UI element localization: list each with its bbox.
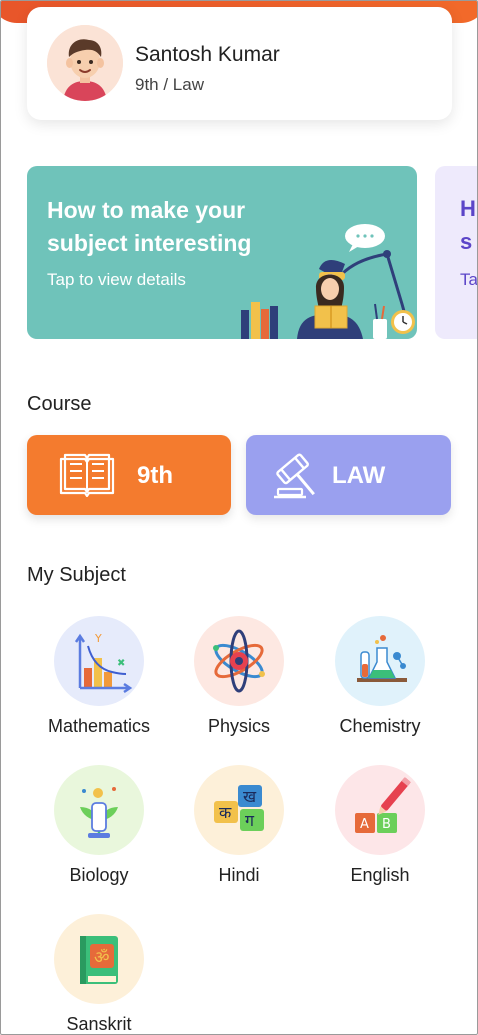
course-9th-button[interactable]: 9th: [27, 435, 231, 515]
subject-biology[interactable]: Biology: [29, 765, 169, 886]
subject-section-title: My Subject: [27, 564, 126, 586]
subject-hindi[interactable]: ख क ग Hindi: [169, 765, 309, 886]
subject-mathematics-circle: Y ✖: [54, 616, 144, 706]
subject-physics-circle: [194, 616, 284, 706]
subject-english[interactable]: A B English: [310, 765, 450, 886]
subject-sanskrit-label: Sanskrit: [66, 1014, 132, 1034]
next-banner-peek[interactable]: H s Ta: [435, 166, 478, 339]
plant-microscope-icon: [80, 787, 118, 838]
course-section-title: Course: [27, 393, 92, 415]
atom-icon: [213, 629, 265, 693]
subject-hindi-circle: ख क ग: [194, 765, 284, 855]
peek-text-2: s: [460, 229, 473, 254]
svg-text:B: B: [382, 817, 391, 832]
hindi-letters-icon: ख क ग: [214, 785, 264, 831]
reading-girl-illustration: [241, 224, 415, 339]
boy-avatar-icon: [47, 25, 123, 101]
gavel-icon: [274, 453, 315, 499]
subject-hindi-label: Hindi: [218, 865, 260, 885]
course-law-label: LAW: [332, 462, 386, 489]
svg-text:ख: ख: [243, 787, 257, 806]
svg-text:ग: ग: [245, 811, 255, 830]
app-screen: Santosh Kumar 9th / Law How to make your…: [0, 0, 478, 1035]
svg-text:Y: Y: [94, 632, 102, 645]
avatar: [47, 25, 123, 101]
profile-card[interactable]: Santosh Kumar 9th / Law: [27, 7, 452, 120]
subject-biology-label: Biology: [69, 865, 129, 885]
svg-text:A: A: [360, 817, 369, 832]
peek-text-1: H: [460, 196, 476, 221]
course-law-button[interactable]: LAW: [246, 435, 451, 515]
banner-cta[interactable]: Tap to view details: [47, 270, 186, 290]
svg-text:✖: ✖: [117, 658, 125, 669]
lab-flask-icon: [357, 635, 407, 682]
subject-physics-label: Physics: [207, 716, 270, 736]
subject-sanskrit[interactable]: ॐ Sanskrit: [29, 914, 169, 1034]
user-class-stream: 9th / Law: [135, 75, 204, 94]
svg-text:क: क: [219, 803, 232, 822]
user-name: Santosh Kumar: [135, 43, 280, 66]
om-book-icon: ॐ: [80, 936, 118, 984]
subject-sanskrit-circle: ॐ: [54, 914, 144, 1004]
subject-english-label: English: [350, 865, 410, 885]
subject-chemistry[interactable]: Chemistry: [310, 616, 450, 737]
abc-blocks-icon: A B: [355, 777, 411, 833]
subject-chemistry-circle: [335, 616, 425, 706]
subject-physics[interactable]: Physics: [169, 616, 309, 737]
subject-chemistry-label: Chemistry: [339, 716, 421, 736]
book-icon: [59, 453, 115, 497]
graph-icon: Y ✖: [74, 632, 133, 694]
peek-text-3: Ta: [460, 270, 478, 289]
svg-text:ॐ: ॐ: [94, 948, 110, 968]
course-9th-label: 9th: [137, 462, 173, 489]
subject-mathematics[interactable]: Y ✖ Mathematics: [29, 616, 169, 737]
promo-banner[interactable]: How to make your subject interesting Tap…: [27, 166, 417, 339]
subject-biology-circle: [54, 765, 144, 855]
subject-mathematics-label: Mathematics: [47, 716, 151, 736]
subject-english-circle: A B: [335, 765, 425, 855]
